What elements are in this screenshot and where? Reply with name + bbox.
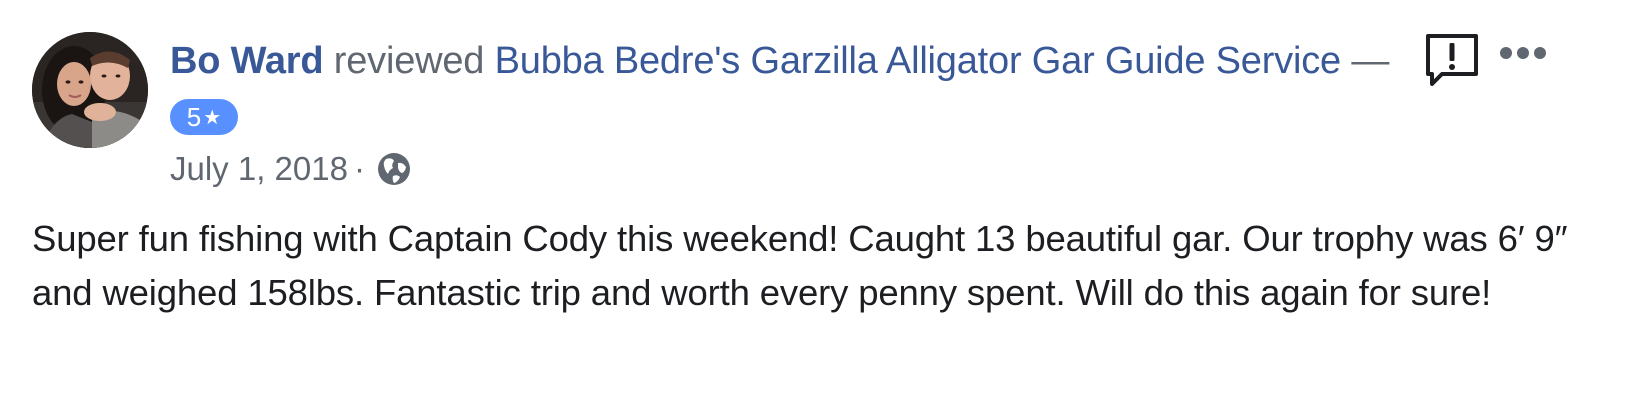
rating-badge: 5 ★ xyxy=(170,99,238,135)
avatar[interactable] xyxy=(32,32,148,148)
author-name-link[interactable]: Bo Ward xyxy=(170,40,324,82)
header-dash: — xyxy=(1351,40,1390,82)
star-icon: ★ xyxy=(203,107,222,129)
more-options-icon[interactable] xyxy=(1498,40,1548,66)
reviewed-page-link[interactable]: Bubba Bedre's Garzilla Alligator Gar Gui… xyxy=(495,40,1342,82)
globe-icon[interactable] xyxy=(376,151,412,187)
rating-value: 5 xyxy=(186,102,202,132)
post-meta: July 1, 2018 · xyxy=(170,148,371,190)
report-icon[interactable] xyxy=(1424,32,1480,88)
review-post: Bo Ward reviewed Bubba Bedre's Garzilla … xyxy=(0,0,1640,400)
post-date-link[interactable]: July 1, 2018 xyxy=(170,150,348,187)
action-verb: reviewed xyxy=(333,40,485,82)
post-header: Bo Ward reviewed Bubba Bedre's Garzilla … xyxy=(170,38,1389,84)
meta-separator: · xyxy=(353,150,365,187)
avatar-photo xyxy=(32,32,148,148)
review-body: Super fun fishing with Captain Cody this… xyxy=(32,218,1568,313)
